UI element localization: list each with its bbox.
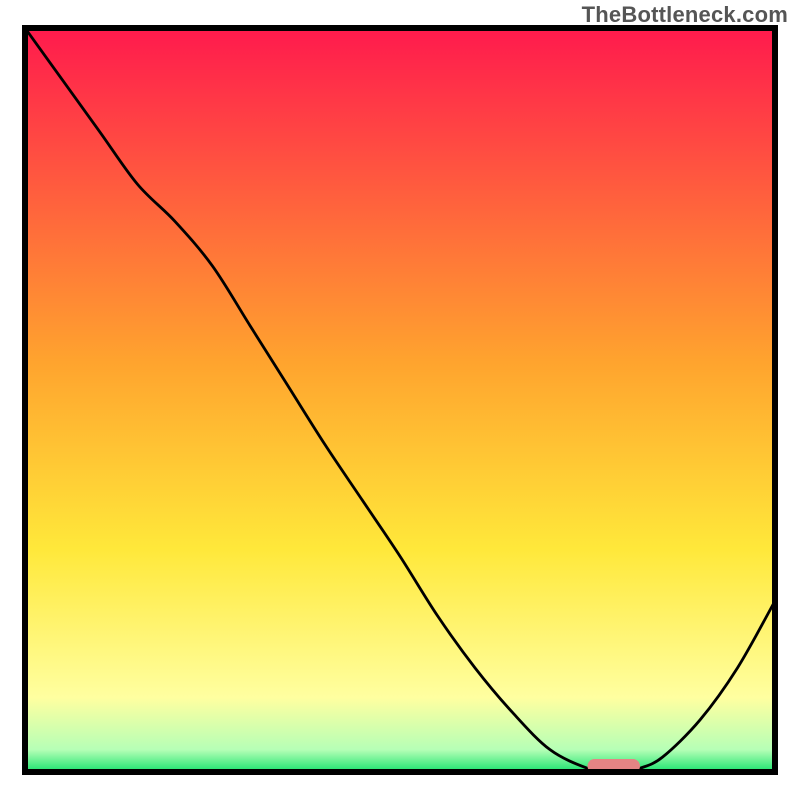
chart-svg [0,0,800,800]
plot-background [25,28,775,772]
chart-container: TheBottleneck.com [0,0,800,800]
